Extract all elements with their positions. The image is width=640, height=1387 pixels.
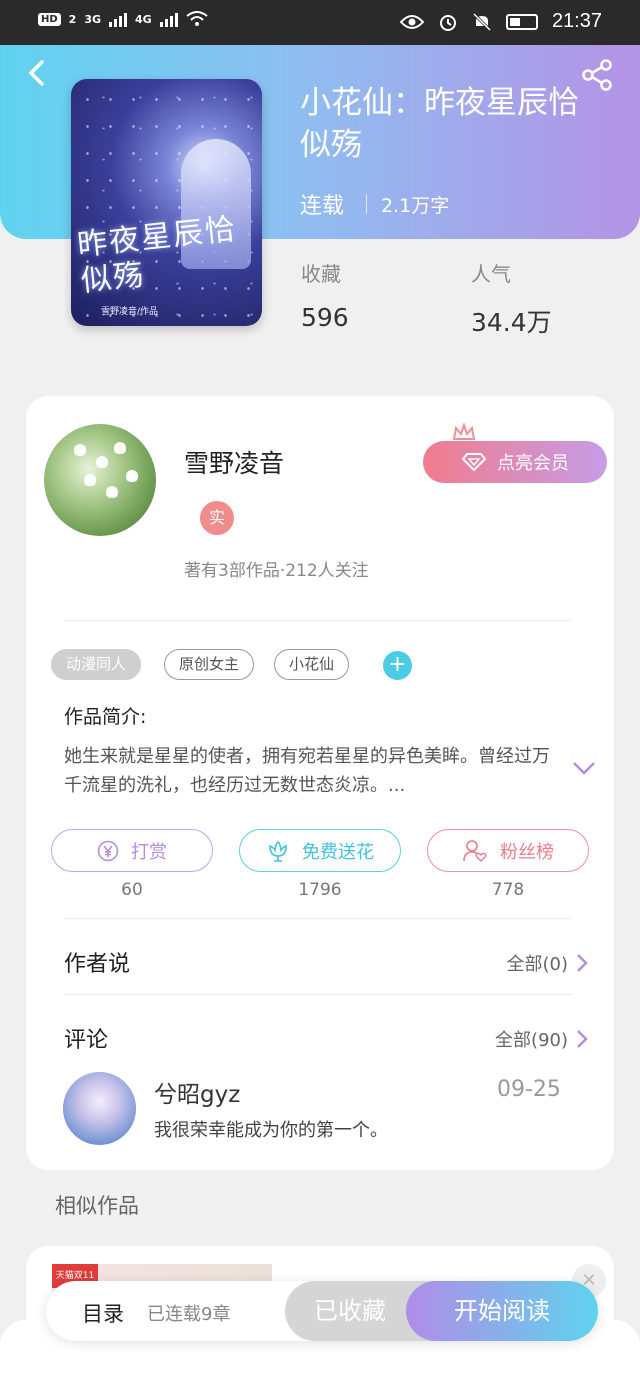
- cover-author: 雪野凌音/作品: [101, 307, 159, 317]
- chevron-right-icon: [577, 1030, 588, 1048]
- book-title: 小花仙：昨夜星辰恰似殇: [300, 85, 579, 163]
- vip-label: 点亮会员: [497, 453, 569, 474]
- send-flower-button[interactable]: 免费送花: [239, 829, 401, 872]
- collect-label: 收藏: [301, 262, 341, 286]
- crown-icon: [452, 423, 476, 440]
- chevron-right-icon: [577, 954, 588, 972]
- similar-works-title: 相似作品: [55, 1194, 139, 1218]
- popularity-label: 人气: [471, 262, 511, 286]
- reward-button[interactable]: 打赏: [51, 829, 213, 872]
- signal-icon: [109, 11, 128, 27]
- comment-date: 09-25: [497, 1077, 561, 1102]
- battery-icon: [505, 13, 538, 30]
- alarm-icon: [439, 14, 456, 31]
- chevron-down-icon[interactable]: [572, 760, 596, 776]
- comments-more-label: 全部(90): [495, 1030, 568, 1051]
- commenter-avatar[interactable]: [63, 1072, 136, 1145]
- book-meta: 连载 2.1万字: [300, 188, 449, 220]
- flower-icon: [269, 840, 287, 862]
- popularity-value: 34.4万: [471, 308, 552, 337]
- tag-1[interactable]: 原创女主: [164, 649, 255, 680]
- status-left: HD 2 3G 4G: [38, 11, 208, 27]
- status-right: 21:37: [399, 10, 602, 33]
- author-says-more[interactable]: 全部(0): [507, 950, 589, 976]
- meta-divider: [366, 194, 368, 214]
- avatar-flower: [126, 470, 138, 482]
- toc-button[interactable]: 目录: [82, 1298, 124, 1328]
- popularity-stat: 人气 34.4万: [471, 258, 552, 339]
- fans-count: 778: [491, 880, 525, 900]
- hd-icon: HD: [38, 12, 61, 26]
- avatar-flower: [96, 456, 108, 468]
- tag-2[interactable]: 小花仙: [274, 649, 350, 680]
- verified-badge: 实: [200, 501, 234, 535]
- start-reading-button[interactable]: 开始阅读: [406, 1281, 598, 1341]
- network-3g-label: 3G: [84, 12, 102, 26]
- network-4g-label: 4G: [135, 12, 152, 26]
- intro-text: 她生来就是星星的使者，拥有宛若星星的异色美眸。曾经过万千流星的洗礼，也经历过无数…: [64, 746, 550, 796]
- collect-stat: 收藏 596: [301, 258, 349, 332]
- author-says-more-label: 全部(0): [506, 954, 569, 975]
- author-avatar[interactable]: [44, 424, 156, 536]
- user-heart-icon: [463, 839, 487, 862]
- reward-count: 60: [121, 880, 143, 900]
- tag-0[interactable]: 动漫同人: [51, 649, 142, 680]
- chapter-count: 已连载9章: [147, 1304, 231, 1325]
- divider: [64, 918, 572, 919]
- mute-icon: [472, 12, 491, 31]
- status-bar: HD 2 3G 4G 21:37: [0, 0, 640, 45]
- serial-status: 连载: [300, 194, 345, 219]
- yen-icon: [97, 840, 119, 861]
- fans-label: 粉丝榜: [500, 841, 554, 863]
- avatar-flower: [114, 442, 126, 454]
- author-name[interactable]: 雪野凌音: [184, 444, 284, 480]
- author-says-title: 作者说: [64, 952, 131, 977]
- avatar-flower: [74, 444, 86, 456]
- comments-title: 评论: [64, 1028, 109, 1053]
- book-cover[interactable]: 昨夜星辰恰似殇 雪野凌音/作品: [71, 79, 262, 326]
- avatar-flower: [106, 486, 118, 498]
- eye-icon: [399, 14, 424, 29]
- flower-count: 1796: [298, 880, 342, 900]
- comments-more[interactable]: 全部(90): [495, 1026, 588, 1052]
- add-tag-button[interactable]: +: [383, 651, 412, 680]
- divider: [64, 620, 572, 621]
- flower-label: 免费送花: [302, 841, 374, 863]
- word-count: 2.1万字: [381, 194, 450, 217]
- sim-label: 2: [68, 12, 77, 26]
- intro-heading: 作品简介:: [64, 706, 147, 728]
- reward-label: 打赏: [131, 841, 167, 863]
- avatar-flower: [84, 474, 96, 486]
- back-icon[interactable]: [22, 58, 52, 88]
- fans-rank-button[interactable]: 粉丝榜: [427, 829, 589, 872]
- collect-value: 596: [301, 303, 349, 332]
- author-info: 著有3部作品·212人关注: [184, 561, 369, 581]
- diamond-icon: [461, 453, 487, 472]
- clock: 21:37: [551, 10, 602, 32]
- vip-button[interactable]: 点亮会员: [423, 441, 607, 483]
- wifi-icon: [186, 11, 208, 26]
- commenter-name[interactable]: 兮昭gyz: [154, 1075, 240, 1109]
- comment-text[interactable]: 我很荣幸能成为你的第一个。: [154, 1116, 388, 1142]
- divider: [64, 994, 572, 995]
- signal-icon: [159, 11, 178, 27]
